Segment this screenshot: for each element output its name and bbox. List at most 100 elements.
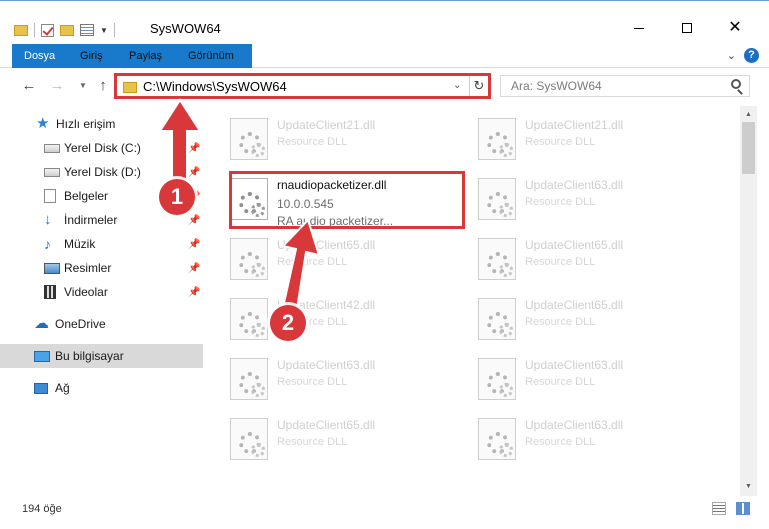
customize-toolbar-chevron-icon[interactable]: ▼: [100, 26, 108, 35]
ribbon-tabs: Dosya Giriş Paylaş Görünüm ⌄ ?: [0, 44, 769, 96]
sidebar-item-network[interactable]: Ağ: [0, 376, 203, 400]
close-icon: ✕: [728, 19, 742, 36]
dll-file-icon: [230, 358, 268, 400]
pin-icon[interactable]: 📌: [188, 143, 200, 154]
item-count: 194 öğe: [22, 503, 62, 515]
sidebar-item-onedrive[interactable]: ☁ OneDrive: [0, 312, 203, 336]
search-box[interactable]: Ara: SysWOW64: [500, 75, 750, 97]
sidebar-item-this-pc[interactable]: Bu bilgisayar: [0, 344, 203, 368]
folder-icon: [123, 82, 137, 93]
sidebar-item-quick-access[interactable]: ★ Hızlı erişim: [0, 112, 203, 136]
dll-file-icon: [230, 298, 268, 340]
refresh-icon[interactable]: ↻: [469, 76, 488, 96]
pin-icon[interactable]: 📌: [188, 167, 200, 178]
file-name: UpdateClient63.dll: [525, 358, 624, 372]
title-bar: ▼ SysWOW64 ✕: [0, 0, 769, 44]
navigation-pane: ★ Hızlı erişim Yerel Disk (C:) 📌 Yerel D…: [0, 106, 205, 496]
step-badge-1: 1: [159, 179, 195, 215]
file-name: UpdateClient65.dll: [277, 238, 376, 252]
drive-icon: [44, 167, 60, 177]
up-arrow-icon[interactable]: ↑: [94, 77, 112, 95]
pin-icon[interactable]: 📌: [188, 215, 200, 226]
sidebar-item-label: Videolar: [64, 285, 108, 299]
scroll-up-arrow-icon[interactable]: ▲: [740, 108, 757, 122]
rename-icon[interactable]: [80, 24, 94, 36]
file-name: UpdateClient63.dll: [525, 178, 624, 192]
pin-icon[interactable]: 📌: [188, 239, 200, 250]
recent-locations-chevron-icon[interactable]: ▼: [74, 77, 92, 95]
sidebar-item-label: Belgeler: [64, 189, 109, 203]
file-description: Resource DLL: [277, 256, 348, 268]
new-folder-icon[interactable]: [60, 24, 74, 36]
scrollbar-thumb[interactable]: [742, 122, 755, 174]
search-placeholder[interactable]: Ara: SysWOW64: [511, 79, 602, 93]
file-name: UpdateClient21.dll: [525, 118, 624, 132]
pin-icon[interactable]: 📌: [188, 287, 200, 298]
sidebar-item-label: Yerel Disk (D:): [64, 165, 141, 179]
maximize-button[interactable]: [664, 17, 710, 39]
file-description: Resource DLL: [277, 436, 348, 448]
file-item[interactable]: UpdateClient63.dll Resource DLL: [453, 412, 693, 464]
step-badge-2: 2: [270, 305, 306, 341]
file-description: Resource DLL: [525, 256, 596, 268]
dll-file-icon: [230, 238, 268, 280]
dll-file-icon: [478, 118, 516, 160]
file-item[interactable]: UpdateClient65.dll Resource DLL: [453, 232, 693, 284]
star-icon: ★: [36, 115, 50, 132]
large-icons-view-icon[interactable]: [736, 502, 750, 515]
address-path[interactable]: C:\Windows\SysWOW64: [143, 79, 287, 94]
file-list: UpdateClient21.dll Resource DLL rnaudiop…: [205, 106, 740, 496]
details-view-icon[interactable]: [712, 502, 726, 515]
videos-icon: [44, 285, 56, 299]
file-item[interactable]: UpdateClient21.dll Resource DLL: [453, 112, 693, 164]
file-description: Resource DLL: [525, 436, 596, 448]
expand-ribbon-chevron-icon[interactable]: ⌄: [727, 49, 736, 62]
pin-icon[interactable]: 📌: [188, 263, 200, 274]
sidebar-item-local-disk-c[interactable]: Yerel Disk (C:) 📌: [0, 136, 203, 160]
file-item[interactable]: UpdateClient42.dll Resource DLL: [205, 292, 445, 344]
vertical-scrollbar[interactable]: ▲ ▼: [740, 106, 757, 496]
file-item[interactable]: UpdateClient65.dll Resource DLL: [205, 412, 445, 464]
dll-file-icon: [478, 298, 516, 340]
file-item[interactable]: UpdateClient63.dll Resource DLL: [453, 352, 693, 404]
close-button[interactable]: ✕: [712, 17, 758, 39]
file-name: UpdateClient63.dll: [277, 358, 376, 372]
back-arrow-icon[interactable]: ←: [20, 77, 38, 95]
file-item[interactable]: UpdateClient63.dll Resource DLL: [453, 172, 693, 224]
file-item[interactable]: UpdateClient65.dll Resource DLL: [205, 232, 445, 284]
file-description: Resource DLL: [525, 376, 596, 388]
sidebar-item-label: Bu bilgisayar: [55, 349, 124, 363]
maximize-icon: [682, 23, 692, 33]
file-item[interactable]: UpdateClient21.dll Resource DLL: [205, 112, 445, 164]
dll-file-icon: [478, 178, 516, 220]
help-icon[interactable]: ?: [744, 48, 759, 63]
tab-share[interactable]: Paylaş: [119, 44, 172, 68]
computer-icon: [34, 350, 50, 362]
address-bar[interactable]: C:\Windows\SysWOW64 ⌄ ↻: [114, 73, 491, 99]
music-icon: ♪: [44, 236, 51, 252]
drive-icon: [44, 143, 60, 153]
file-name: UpdateClient65.dll: [277, 418, 376, 432]
address-history-chevron-icon[interactable]: ⌄: [453, 80, 461, 91]
cloud-icon: ☁: [34, 315, 49, 332]
file-item[interactable]: UpdateClient65.dll Resource DLL: [453, 292, 693, 344]
sidebar-item-label: OneDrive: [55, 317, 106, 331]
toolbar-divider: [34, 23, 35, 37]
sidebar-item-music[interactable]: ♪ Müzik 📌: [0, 232, 203, 256]
file-description: Resource DLL: [525, 316, 596, 328]
sidebar-item-label: Resimler: [64, 261, 112, 275]
pictures-icon: [44, 262, 60, 274]
tab-home[interactable]: Giriş: [70, 44, 113, 68]
sidebar-item-videos[interactable]: Videolar 📌: [0, 280, 203, 304]
file-item[interactable]: UpdateClient63.dll Resource DLL: [205, 352, 445, 404]
forward-arrow-icon[interactable]: →: [48, 77, 66, 95]
minimize-button[interactable]: [616, 17, 662, 39]
scroll-down-arrow-icon[interactable]: ▼: [740, 480, 757, 494]
search-icon[interactable]: [731, 79, 741, 89]
properties-check-icon[interactable]: [41, 23, 54, 37]
file-name: UpdateClient21.dll: [277, 118, 376, 132]
tab-view[interactable]: Görünüm: [178, 44, 244, 68]
dll-file-icon: [478, 358, 516, 400]
sidebar-item-pictures[interactable]: Resimler 📌: [0, 256, 203, 280]
dll-file-icon: [230, 418, 268, 460]
